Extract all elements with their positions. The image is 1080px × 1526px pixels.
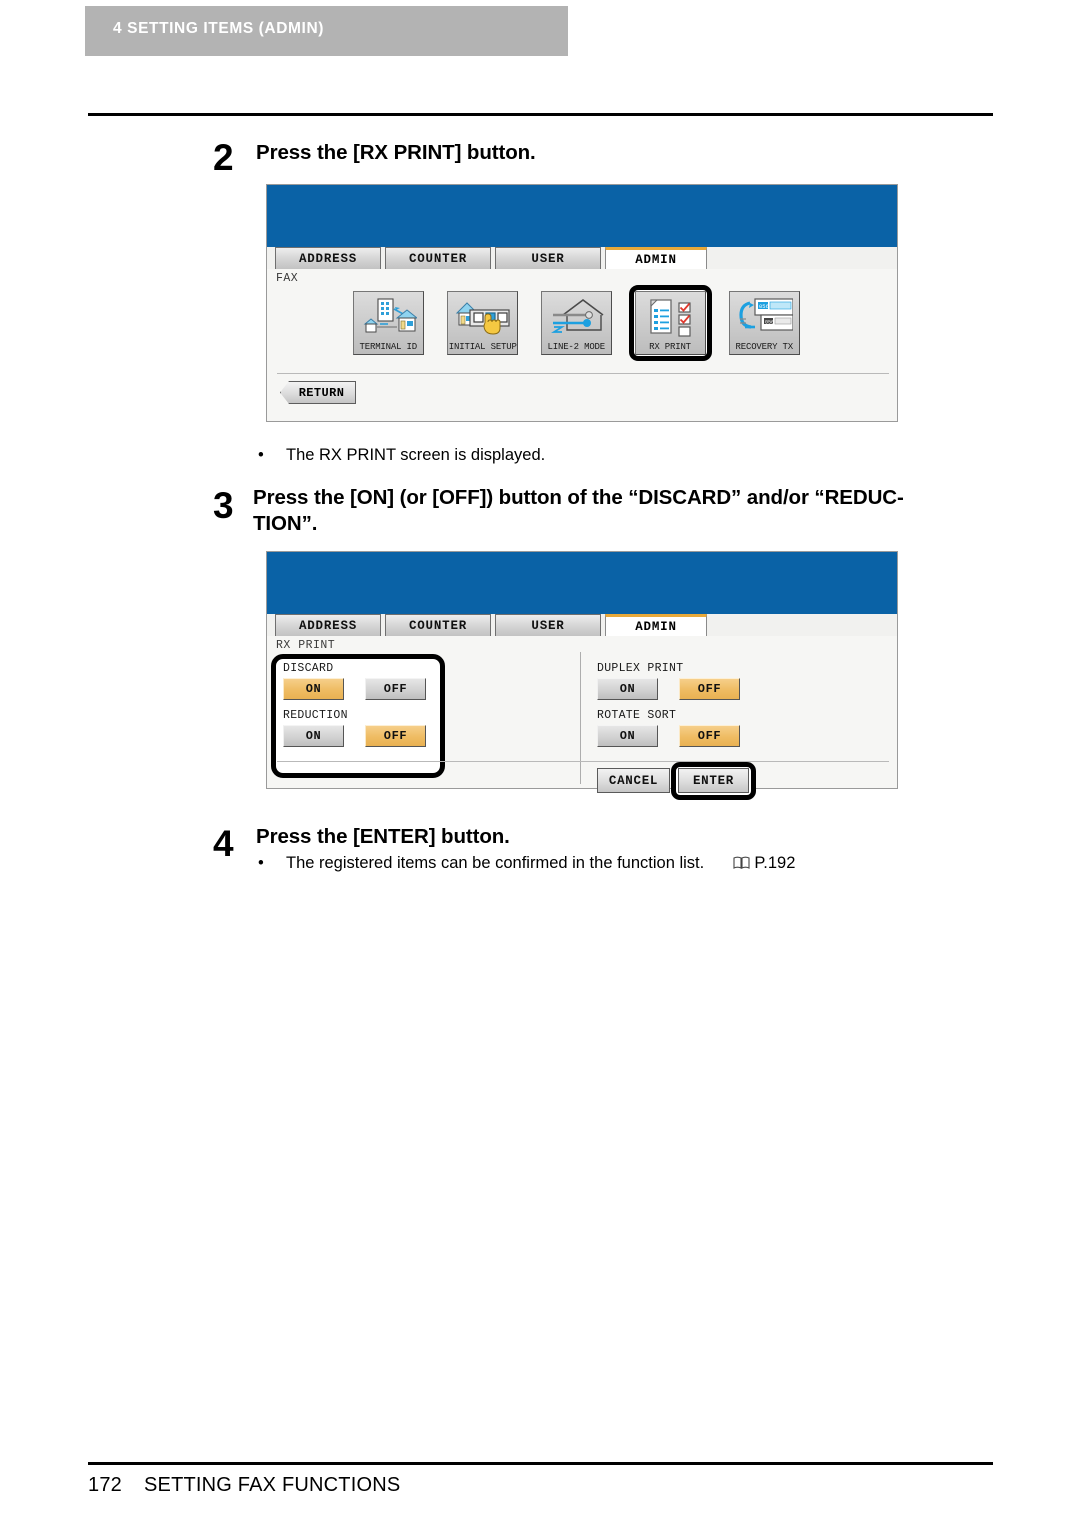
device-screen-rx-print-menu: ADDRESS COUNTER USER ADMIN FAX TERMINAL … <box>266 184 898 422</box>
discard-off-label: OFF <box>383 682 408 696</box>
step-2-bullet: • The RX PRINT screen is displayed. <box>258 444 545 466</box>
button-terminal-id-label: TERMINAL ID <box>359 341 418 352</box>
device-screen-rx-print-settings: ADDRESS COUNTER USER ADMIN RX PRINT DISC… <box>266 551 898 800</box>
step-4-bullet: • The registered items can be confirmed i… <box>258 852 795 876</box>
tab-user-2[interactable]: USER <box>495 614 601 636</box>
screen1-breadcrumb: FAX <box>276 272 299 285</box>
screen1-body: FAX TERMINAL ID INITIAL SETUP LINE-2 MOD… <box>267 269 897 421</box>
rx-print-icon <box>636 292 705 341</box>
return-button-label: RETURN <box>298 385 345 400</box>
running-head-text: 4 SETTING ITEMS (ADMIN) <box>113 20 324 37</box>
cancel-button-label: CANCEL <box>608 773 659 788</box>
screen2-body: RX PRINT DISCARD ON OFF REDUCTION ON OFF… <box>267 636 897 800</box>
step-2-title: Press the [RX PRINT] button. <box>256 141 536 164</box>
rotate-sort-label: ROTATE SORT <box>597 709 677 722</box>
step-3-title-line-1: Press the [ON] (or [OFF]) button of the … <box>253 486 904 509</box>
tab-address-2-label: ADDRESS <box>298 618 358 633</box>
screen2-divider <box>277 761 889 762</box>
duplex-print-on-label: ON <box>619 682 636 696</box>
button-terminal-id[interactable]: TERMINAL ID <box>353 291 424 355</box>
tab-counter-2-label: COUNTER <box>408 618 468 633</box>
footer-page-number: 172 <box>88 1474 122 1496</box>
rotate-sort-off-label: OFF <box>697 729 722 743</box>
tab-admin[interactable]: ADMIN <box>605 247 707 269</box>
bottom-horizontal-rule <box>88 1462 993 1465</box>
step-3-title: Press the [ON] (or [OFF]) button of the … <box>253 485 1013 537</box>
step-2-bullet-text: The RX PRINT screen is displayed. <box>286 446 546 464</box>
recovery-tx-icon: 056 056 <box>730 292 799 341</box>
duplex-print-off-label: OFF <box>697 682 722 696</box>
reduction-label: REDUCTION <box>283 709 348 722</box>
tab-counter[interactable]: COUNTER <box>385 247 491 269</box>
tab-user-label: USER <box>531 251 565 266</box>
bullet-marker-2: • <box>258 854 264 872</box>
tab-user-2-label: USER <box>531 618 565 633</box>
screen1-divider <box>277 373 889 374</box>
screen2-breadcrumb: RX PRINT <box>276 639 336 652</box>
step-2-number: 2 <box>213 137 234 178</box>
reduction-on-button[interactable]: ON <box>283 725 344 747</box>
rotate-sort-off-button[interactable]: OFF <box>679 725 740 747</box>
enter-button[interactable]: ENTER <box>678 768 749 793</box>
page-footer: 172 SETTING FAX FUNCTIONS <box>88 1474 400 1497</box>
button-recovery-tx[interactable]: 056 056 RECOVERY TX <box>729 291 800 355</box>
screen2-title-bar <box>267 552 897 614</box>
tab-admin-2-label: ADMIN <box>635 619 677 634</box>
discard-on-button[interactable]: ON <box>283 678 344 700</box>
tab-counter-label: COUNTER <box>408 251 468 266</box>
step-3-number: 3 <box>213 485 234 526</box>
step-4-bullet-ref[interactable]: P.192 <box>754 854 795 872</box>
duplex-print-label: DUPLEX PRINT <box>597 662 684 675</box>
book-icon <box>733 854 750 876</box>
tab-address[interactable]: ADDRESS <box>275 247 381 269</box>
screen2-tab-bar: ADDRESS COUNTER USER ADMIN <box>267 614 897 636</box>
rotate-sort-on-label: ON <box>619 729 636 743</box>
reduction-off-label: OFF <box>383 729 408 743</box>
tab-user[interactable]: USER <box>495 247 601 269</box>
enter-button-label: ENTER <box>692 773 734 788</box>
step-4-number: 4 <box>213 823 234 864</box>
button-initial-setup-label: INITIAL SETUP <box>448 341 517 352</box>
initial-setup-icon <box>448 292 517 341</box>
svg-text:056: 056 <box>765 319 774 325</box>
button-recovery-tx-label: RECOVERY TX <box>735 341 794 352</box>
button-line2-mode-label: LINE-2 MODE <box>547 341 606 352</box>
screen1-title-bar <box>267 185 897 247</box>
bullet-marker: • <box>258 446 264 464</box>
step-4-bullet-text: The registered items can be confirmed in… <box>286 854 705 872</box>
reduction-off-button[interactable]: OFF <box>365 725 426 747</box>
line2-mode-icon <box>542 292 611 341</box>
button-initial-setup[interactable]: INITIAL SETUP <box>447 291 518 355</box>
settings-column-divider <box>580 652 581 784</box>
tab-address-label: ADDRESS <box>298 251 358 266</box>
rotate-sort-on-button[interactable]: ON <box>597 725 658 747</box>
cancel-button[interactable]: CANCEL <box>597 768 670 793</box>
discard-label: DISCARD <box>283 662 334 675</box>
button-line2-mode[interactable]: LINE-2 MODE <box>541 291 612 355</box>
duplex-print-off-button[interactable]: OFF <box>679 678 740 700</box>
top-horizontal-rule <box>88 113 993 116</box>
svg-text:056: 056 <box>759 303 769 310</box>
button-rx-print-label: RX PRINT <box>649 341 692 352</box>
discard-off-button[interactable]: OFF <box>365 678 426 700</box>
footer-section-title: SETTING FAX FUNCTIONS <box>143 1474 401 1496</box>
running-head-band: 4 SETTING ITEMS (ADMIN) <box>85 6 568 56</box>
button-rx-print[interactable]: RX PRINT <box>635 291 706 355</box>
return-button[interactable]: RETURN <box>280 381 356 404</box>
terminal-id-icon <box>354 292 423 341</box>
step-4-title: Press the [ENTER] button. <box>256 825 510 848</box>
discard-on-label: ON <box>305 682 322 696</box>
step-3-title-line-2: TION”. <box>253 512 318 535</box>
tab-admin-2[interactable]: ADMIN <box>605 614 707 636</box>
reduction-on-label: ON <box>305 729 322 743</box>
tab-address-2[interactable]: ADDRESS <box>275 614 381 636</box>
tab-admin-label: ADMIN <box>635 252 677 267</box>
screen1-tab-bar: ADDRESS COUNTER USER ADMIN <box>267 247 897 269</box>
duplex-print-on-button[interactable]: ON <box>597 678 658 700</box>
tab-counter-2[interactable]: COUNTER <box>385 614 491 636</box>
